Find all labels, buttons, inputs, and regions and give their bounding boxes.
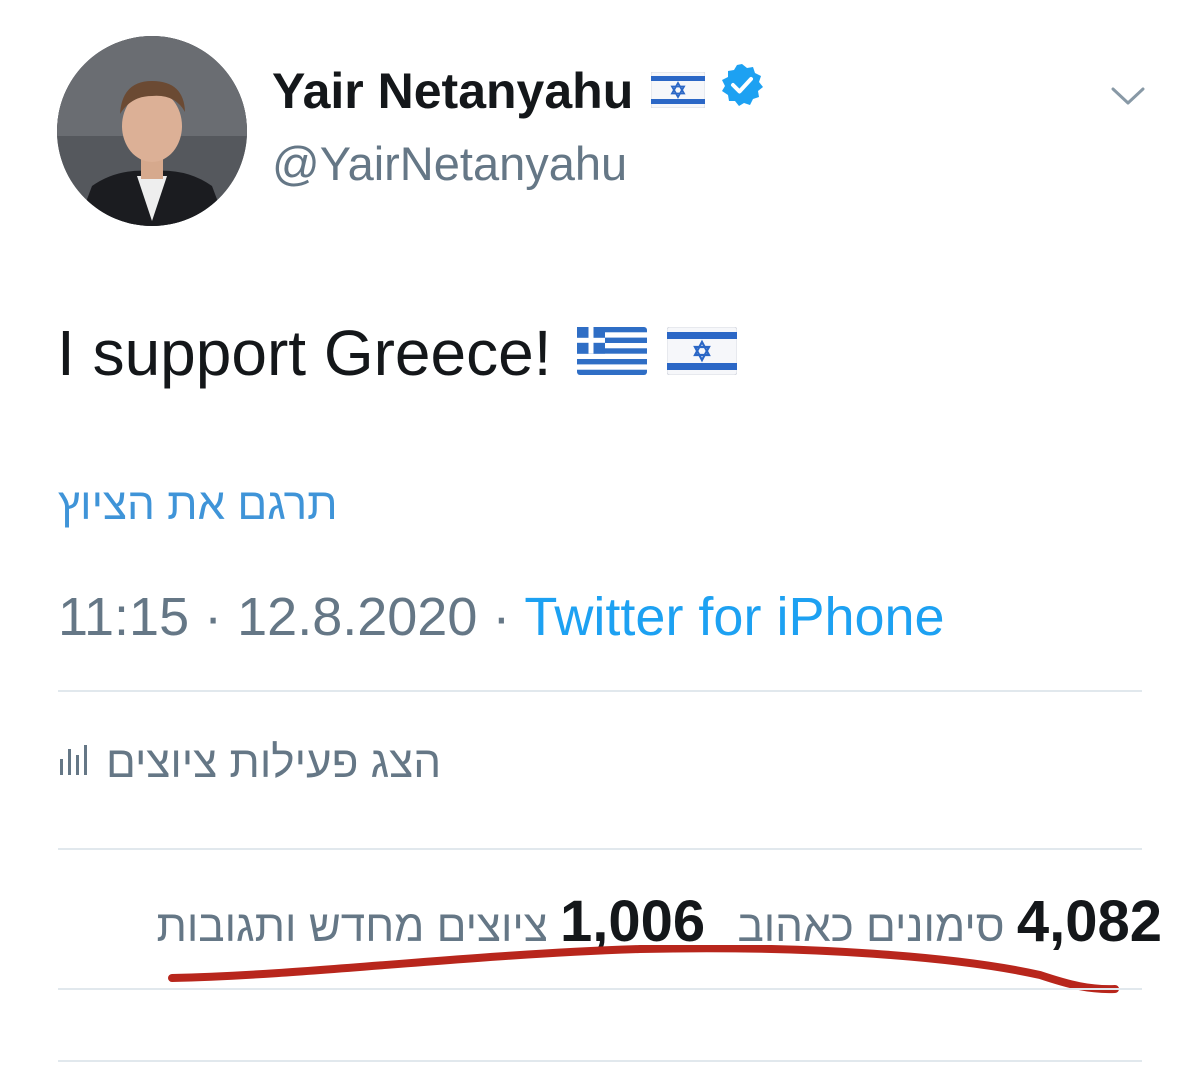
israel-flag-icon: [666, 316, 738, 390]
meta-separator: ·: [492, 587, 511, 647]
translate-tweet-link[interactable]: תרגם את הציוץ: [58, 480, 350, 530]
view-tweet-activity-label: הצג פעילות ציוצים: [106, 738, 442, 787]
display-name-row: Yair Netanyahu: [272, 62, 765, 120]
greece-flag-icon: [577, 316, 648, 390]
analytics-bars-icon: [58, 738, 88, 788]
divider: [58, 848, 1142, 850]
chevron-down-icon[interactable]: [1110, 82, 1146, 110]
divider: [58, 1060, 1142, 1062]
view-tweet-activity-link[interactable]: הצג פעילות ציוצים: [58, 738, 441, 788]
likes-label[interactable]: סימונים כאהוב: [737, 902, 1004, 951]
tweet-date: 12.8.2020: [237, 587, 478, 647]
tweet-meta: 11:15 · 12.8.2020 · Twitter for iPhone: [58, 586, 945, 648]
avatar[interactable]: [57, 36, 247, 226]
tweet-time: 11:15: [58, 587, 190, 647]
tweet-body: I support Greece!: [57, 317, 552, 389]
user-handle[interactable]: @YairNetanyahu: [272, 136, 627, 191]
verified-badge-icon: [719, 62, 765, 120]
divider: [58, 690, 1142, 692]
profile-photo: [57, 36, 247, 226]
meta-separator: ·: [204, 587, 223, 647]
tweet-text: I support Greece!: [57, 316, 738, 390]
divider: [58, 988, 1142, 990]
display-name[interactable]: Yair Netanyahu: [272, 62, 633, 120]
israel-flag-icon: [650, 62, 706, 120]
retweets-label[interactable]: ציוצים מחדש ותגובות: [156, 902, 547, 951]
tweet-source-link[interactable]: Twitter for iPhone: [524, 587, 944, 647]
red-underline-annotation: [168, 945, 1119, 994]
